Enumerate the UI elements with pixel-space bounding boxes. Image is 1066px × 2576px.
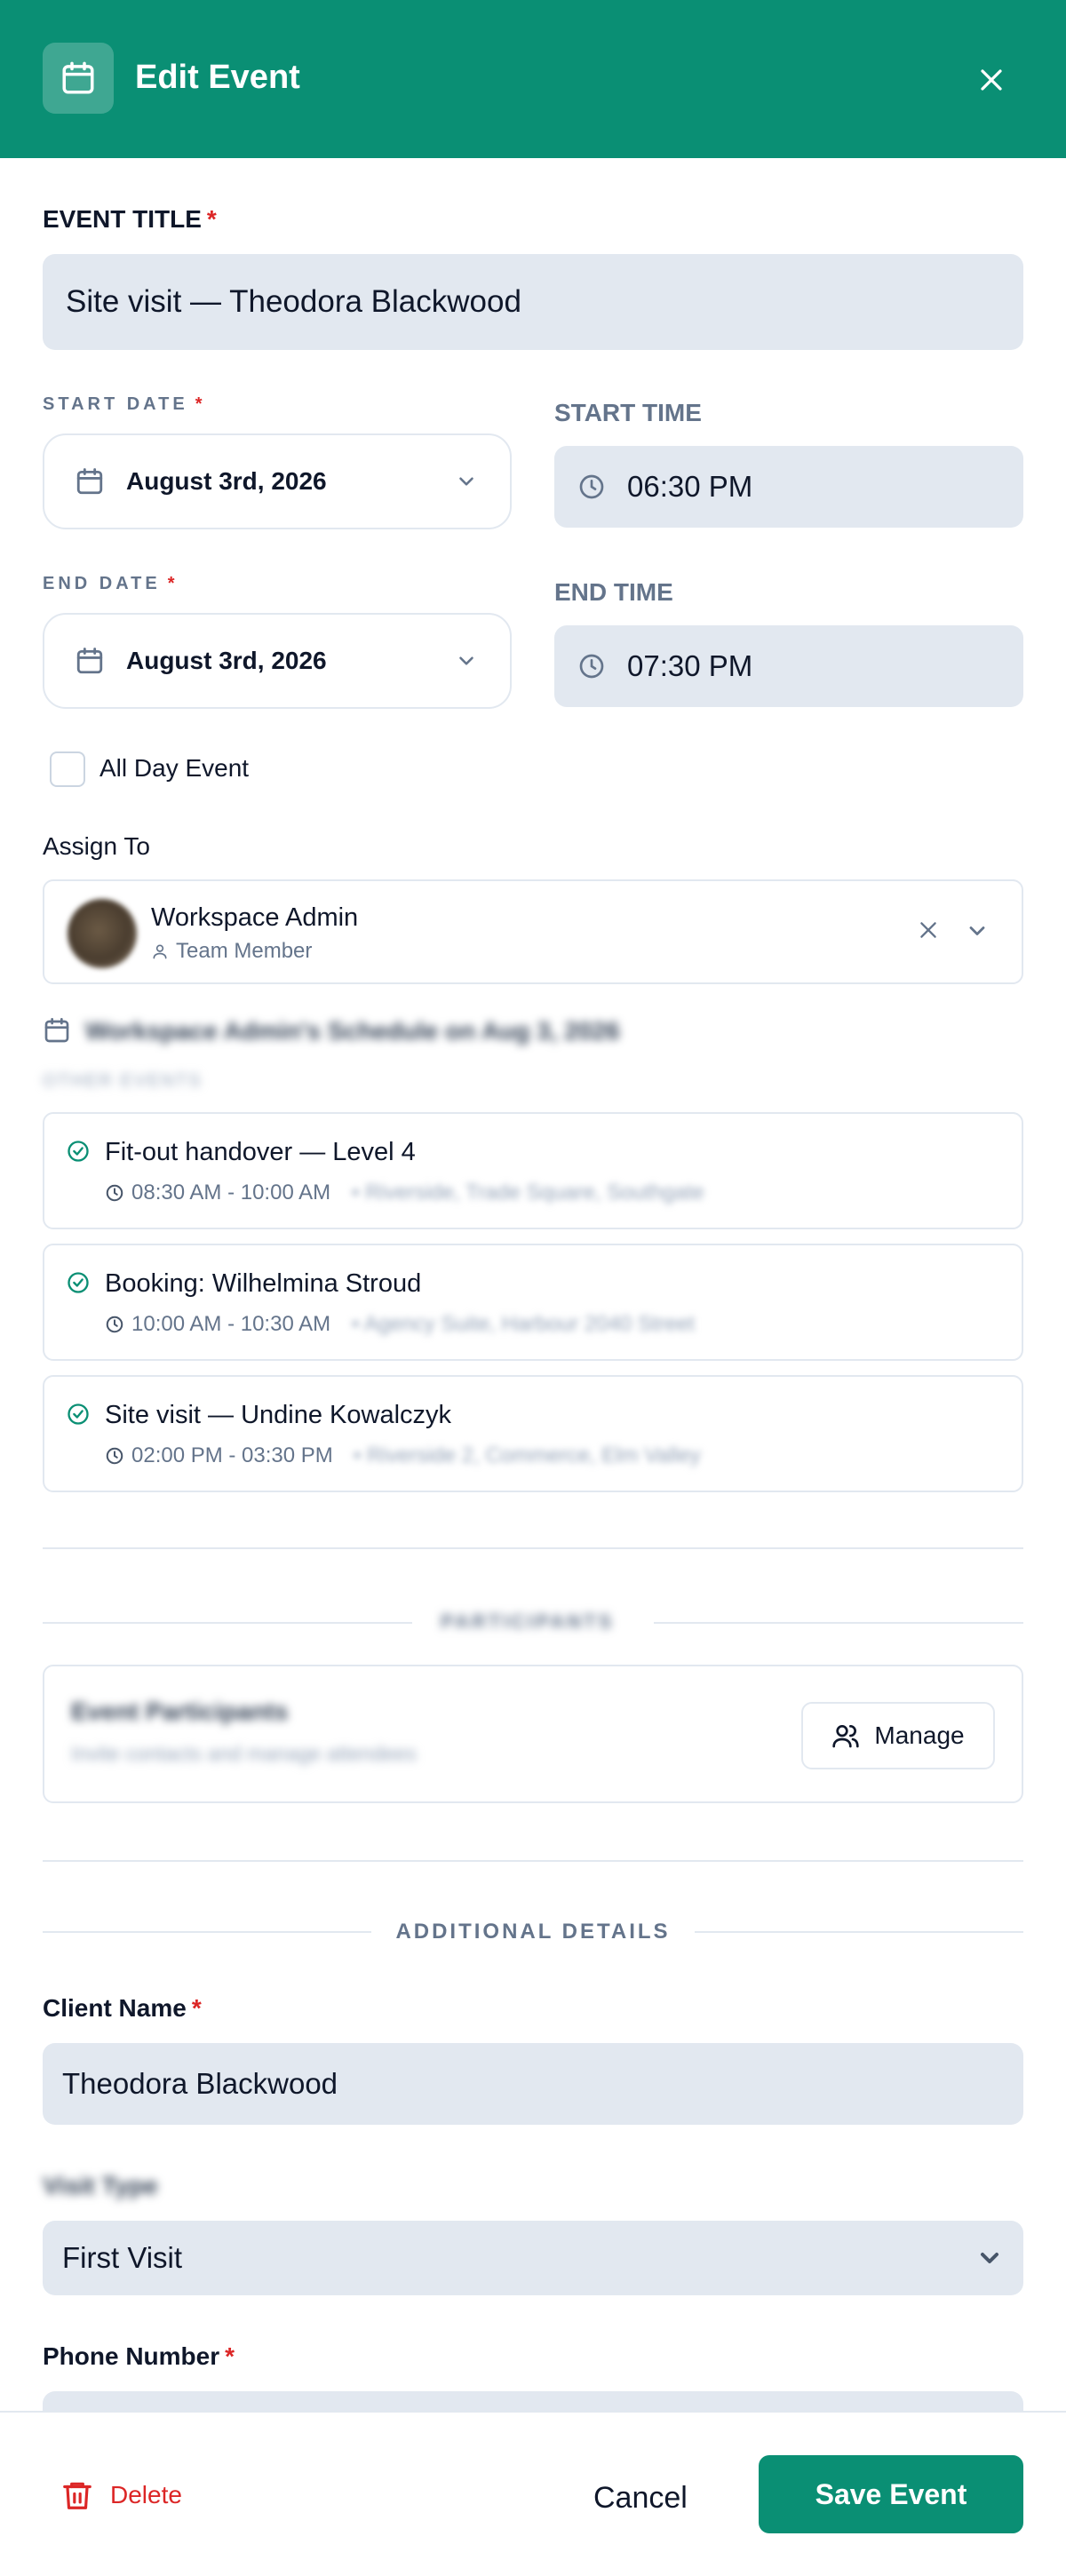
section-rule [695, 1931, 1023, 1933]
participants-section-title: PARTICIPANTS [441, 1610, 615, 1633]
manage-participants-button[interactable]: Manage [801, 1702, 995, 1769]
end-date-value: August 3rd, 2026 [126, 647, 327, 674]
chevron-down-icon [459, 656, 473, 665]
save-event-button[interactable]: Save Event [759, 2455, 1023, 2533]
assignee-dropdown-toggle[interactable] [965, 918, 990, 948]
all-day-checkbox[interactable] [50, 751, 85, 787]
client-name-input[interactable]: Theodora Blackwood [43, 2043, 1023, 2125]
calendar-icon [43, 43, 114, 114]
schedule-event-card[interactable]: Fit-out handover — Level 4 08:30 AM - 10… [43, 1112, 1023, 1229]
event-card-location: • Riverside 2, Commerce, Elm Valley [354, 1443, 701, 1467]
close-icon [981, 69, 1002, 91]
end-date-picker[interactable]: August 3rd, 2026 [43, 613, 512, 709]
event-card-title: Booking: Wilhelmina Stroud [105, 1269, 422, 1298]
assignee-select[interactable]: Workspace Admin Team Member [43, 879, 1023, 984]
dialog-title: Edit Event [135, 59, 300, 96]
event-card-title: Site visit — Undine Kowalczyk [105, 1401, 452, 1429]
assign-to-label: Assign To [43, 832, 150, 860]
participants-title: Event Participants [71, 1697, 289, 1725]
event-card-title: Fit-out handover — Level 4 [105, 1138, 416, 1166]
assignee-name: Workspace Admin [151, 903, 359, 932]
trash-icon [63, 2482, 91, 2509]
delete-button[interactable]: Delete [60, 2478, 182, 2512]
section-divider [43, 1547, 1023, 1549]
close-icon [920, 922, 936, 938]
end-time-input[interactable]: 07:30 PM [554, 625, 1023, 707]
event-card-time: 02:00 PM - 03:30 PM [105, 1443, 333, 1469]
end-date-label: END DATE * [43, 574, 179, 593]
check-circle-icon [68, 1403, 89, 1425]
assignee-role: Team Member [151, 938, 312, 965]
close-button[interactable] [968, 57, 1014, 103]
participants-panel: Event Participants Invite contacts and m… [43, 1665, 1023, 1803]
schedule-event-card[interactable]: Booking: Wilhelmina Stroud 10:00 AM - 10… [43, 1244, 1023, 1361]
client-name-label: Client Name * [43, 1994, 202, 2022]
dialog-footer: Delete Cancel Save Event [0, 2411, 1066, 2576]
dialog-header: Edit Event [0, 0, 1066, 158]
additional-details-title: ADDITIONAL DETAILS [395, 1920, 671, 1944]
visit-type-select[interactable]: First Visit [43, 2221, 1023, 2295]
clock-icon [579, 474, 604, 499]
avatar [68, 899, 137, 968]
calendar-icon [76, 648, 103, 674]
participants-subtitle: Invite contacts and manage attendees [71, 1742, 417, 1765]
schedule-subheading: OTHER EVENTS [43, 1071, 203, 1091]
chevron-down-icon [969, 926, 985, 935]
cancel-button[interactable]: Cancel [593, 2480, 688, 2516]
schedule-heading: Workspace Admin's Schedule on Aug 3, 202… [85, 1017, 620, 1045]
clock-icon [106, 1447, 123, 1465]
event-title-label: EVENT TITLE * [43, 205, 217, 233]
users-icon [832, 1725, 860, 1748]
chevron-down-icon [981, 2253, 998, 2263]
clock-icon [106, 1184, 123, 1202]
section-divider [43, 1860, 1023, 1862]
phone-number-label: Phone Number * [43, 2342, 235, 2370]
calendar-icon [76, 468, 103, 495]
clock-icon [579, 654, 604, 679]
start-time-input[interactable]: 06:30 PM [554, 446, 1023, 528]
check-circle-icon [68, 1141, 89, 1162]
event-card-time: 08:30 AM - 10:00 AM [105, 1180, 330, 1206]
start-date-picker[interactable]: August 3rd, 2026 [43, 433, 512, 529]
clear-assignee-button[interactable] [917, 918, 940, 946]
section-rule [43, 1622, 412, 1624]
section-rule [43, 1931, 371, 1933]
section-rule [654, 1622, 1023, 1624]
event-title-input[interactable]: Site visit — Theodora Blackwood [43, 254, 1023, 350]
event-card-location: • Riverside, Trade Square, Southgate [352, 1181, 704, 1205]
end-time-label: END TIME [554, 578, 673, 606]
user-icon [153, 944, 167, 959]
check-circle-icon [68, 1272, 89, 1293]
visit-type-label: Visit Type [43, 2172, 158, 2199]
schedule-event-card[interactable]: Site visit — Undine Kowalczyk 02:00 PM -… [43, 1375, 1023, 1492]
start-date-value: August 3rd, 2026 [126, 467, 327, 495]
chevron-down-icon [459, 477, 473, 486]
all-day-label: All Day Event [99, 754, 250, 782]
clock-icon [106, 1316, 123, 1333]
event-card-time: 10:00 AM - 10:30 AM [105, 1311, 330, 1338]
start-date-label: START DATE * [43, 394, 206, 414]
calendar-icon [44, 1018, 69, 1043]
start-time-label: START TIME [554, 399, 702, 426]
event-card-location: • Agency Suite, Harbour 2040 Street [352, 1312, 695, 1336]
